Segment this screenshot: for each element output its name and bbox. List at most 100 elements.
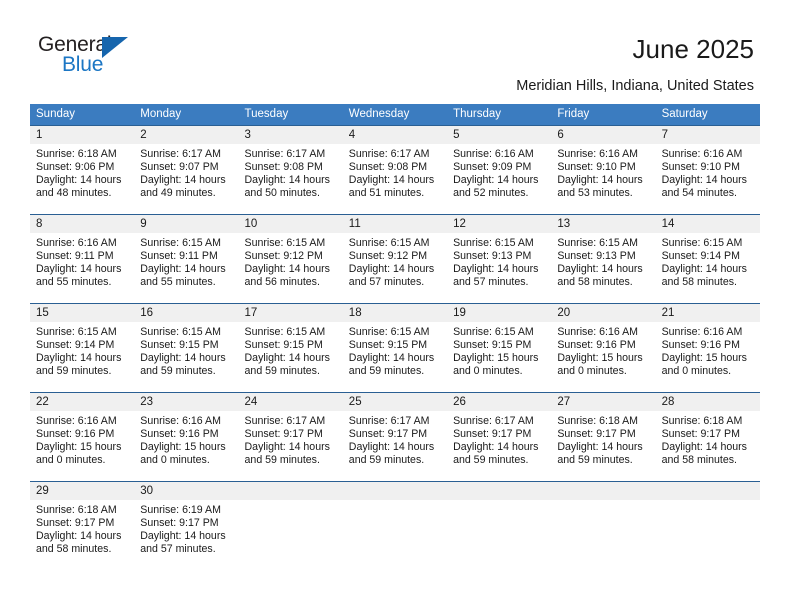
day-sunset-text: Sunset: 9:17 PM [348,428,428,441]
day-cell[interactable]: Sunrise: 6:18 AM Sunset: 9:06 PM Daylight:… [30,144,134,214]
day-daylight-a-text: Daylight: 14 hours [348,263,435,276]
day-number[interactable]: 11 [343,215,447,233]
day-cell[interactable]: Sunrise: 6:15 AM Sunset: 9:15 PM Daylight:… [239,322,343,392]
day-daylight-b-text: and 54 minutes. [661,187,737,200]
day-cell[interactable]: Sunrise: 6:18 AM Sunset: 9:17 PM Daylight:… [656,411,760,481]
day-cell [551,500,655,570]
day-daylight-a-text: Daylight: 14 hours [140,174,226,187]
day-sunrise-text: Sunrise: 6:17 AM [453,415,534,427]
day-number[interactable]: 24 [239,393,343,411]
day-cell[interactable]: Sunrise: 6:16 AM Sunset: 9:10 PM Daylight:… [656,144,760,214]
day-daylight-a-text: Daylight: 15 hours [140,441,226,454]
day-cell[interactable]: Sunrise: 6:18 AM Sunset: 9:17 PM Daylight:… [30,500,134,570]
day-daylight-a-text: Daylight: 14 hours [36,352,122,365]
day-cell[interactable]: Sunrise: 6:15 AM Sunset: 9:15 PM Daylight:… [134,322,238,392]
day-daylight-a-text: Daylight: 14 hours [244,441,330,454]
day-number[interactable]: 8 [30,215,134,233]
day-daylight-a-text: Daylight: 14 hours [661,441,747,454]
day-number[interactable]: 6 [551,126,655,144]
day-detail-band: Sunrise: 6:15 AM Sunset: 9:14 PM Daylight:… [30,322,760,392]
day-number[interactable]: 13 [551,215,655,233]
day-number[interactable]: 2 [134,126,238,144]
day-sunrise-text: Sunrise: 6:16 AM [661,326,743,338]
day-daylight-b-text: and 51 minutes. [348,187,425,200]
page-header: General Blue June 2025 Meridian Hills, I… [0,0,792,98]
day-number[interactable]: 9 [134,215,238,233]
day-daylight-a-text: Daylight: 14 hours [36,530,122,543]
day-sunrise-text: Sunrise: 6:15 AM [140,326,221,338]
day-cell[interactable]: Sunrise: 6:16 AM Sunset: 9:16 PM Daylight:… [134,411,238,481]
day-cell[interactable]: Sunrise: 6:15 AM Sunset: 9:14 PM Daylight:… [656,233,760,303]
day-cell[interactable]: Sunrise: 6:15 AM Sunset: 9:11 PM Daylight:… [134,233,238,303]
day-cell[interactable]: Sunrise: 6:16 AM Sunset: 9:11 PM Daylight:… [30,233,134,303]
day-daylight-a-text: Daylight: 15 hours [36,441,122,454]
day-number[interactable]: 7 [656,126,760,144]
day-number[interactable]: 20 [551,304,655,322]
day-cell[interactable]: Sunrise: 6:15 AM Sunset: 9:15 PM Daylight:… [343,322,447,392]
day-detail-band: Sunrise: 6:16 AM Sunset: 9:11 PM Daylight:… [30,233,760,303]
day-cell[interactable]: Sunrise: 6:16 AM Sunset: 9:16 PM Daylight:… [656,322,760,392]
day-cell[interactable]: Sunrise: 6:17 AM Sunset: 9:07 PM Daylight:… [134,144,238,214]
day-number[interactable]: 3 [239,126,343,144]
day-number[interactable]: 25 [343,393,447,411]
day-daylight-a-text: Daylight: 14 hours [348,352,435,365]
day-number[interactable]: 28 [656,393,760,411]
day-cell[interactable]: Sunrise: 6:15 AM Sunset: 9:15 PM Daylight:… [447,322,551,392]
day-daylight-b-text: and 58 minutes. [557,276,633,289]
day-cell[interactable]: Sunrise: 6:15 AM Sunset: 9:13 PM Daylight:… [447,233,551,303]
day-daylight-b-text: and 49 minutes. [140,187,216,200]
day-cell[interactable]: Sunrise: 6:15 AM Sunset: 9:12 PM Daylight:… [343,233,447,303]
day-daylight-a-text: Daylight: 14 hours [453,441,539,454]
day-number[interactable]: 18 [343,304,447,322]
day-daylight-a-text: Daylight: 14 hours [453,263,539,276]
day-number[interactable]: 21 [656,304,760,322]
day-number[interactable]: 27 [551,393,655,411]
day-sunrise-text: Sunrise: 6:15 AM [453,326,534,338]
day-sunrise-text: Sunrise: 6:16 AM [453,148,534,160]
day-number[interactable]: 22 [30,393,134,411]
day-number[interactable]: 10 [239,215,343,233]
day-daylight-b-text: and 57 minutes. [453,276,529,289]
day-cell[interactable]: Sunrise: 6:15 AM Sunset: 9:14 PM Daylight:… [30,322,134,392]
day-daylight-b-text: and 59 minutes. [348,454,425,467]
day-number[interactable]: 4 [343,126,447,144]
day-cell[interactable]: Sunrise: 6:19 AM Sunset: 9:17 PM Daylight:… [134,500,238,570]
day-number[interactable]: 12 [447,215,551,233]
calendar-week-row: 1 2 3 4 5 6 7 Sunrise: 6:18 AM Sunset: 9:06 PM Da… [30,125,760,214]
day-cell[interactable]: Sunrise: 6:17 AM Sunset: 9:08 PM Daylight:… [239,144,343,214]
day-sunrise-text: Sunrise: 6:15 AM [36,326,117,338]
day-number[interactable]: 16 [134,304,238,322]
day-cell[interactable]: Sunrise: 6:18 AM Sunset: 9:17 PM Daylight:… [551,411,655,481]
day-sunset-text: Sunset: 9:11 PM [36,250,114,263]
day-number[interactable]: 29 [30,482,134,500]
day-cell[interactable]: Sunrise: 6:16 AM Sunset: 9:10 PM Daylight:… [551,144,655,214]
day-sunrise-text: Sunrise: 6:15 AM [140,237,221,249]
day-daylight-b-text: and 59 minutes. [348,365,425,378]
day-sunset-text: Sunset: 9:14 PM [36,339,115,352]
day-cell[interactable]: Sunrise: 6:17 AM Sunset: 9:17 PM Daylight:… [343,411,447,481]
day-cell[interactable]: Sunrise: 6:16 AM Sunset: 9:16 PM Daylight:… [30,411,134,481]
day-daylight-b-text: and 52 minutes. [453,187,529,200]
day-number[interactable]: 1 [30,126,134,144]
day-daylight-a-text: Daylight: 14 hours [140,352,226,365]
day-sunrise-text: Sunrise: 6:18 AM [36,148,117,160]
day-number[interactable]: 23 [134,393,238,411]
day-cell[interactable]: Sunrise: 6:17 AM Sunset: 9:17 PM Daylight:… [239,411,343,481]
weekday-header-monday: Monday [140,108,182,120]
day-number[interactable]: 19 [447,304,551,322]
day-cell[interactable]: Sunrise: 6:15 AM Sunset: 9:12 PM Daylight:… [239,233,343,303]
day-number[interactable]: 5 [447,126,551,144]
day-cell[interactable]: Sunrise: 6:17 AM Sunset: 9:17 PM Daylight:… [447,411,551,481]
day-cell[interactable]: Sunrise: 6:15 AM Sunset: 9:13 PM Daylight:… [551,233,655,303]
day-cell[interactable]: Sunrise: 6:17 AM Sunset: 9:08 PM Daylight:… [343,144,447,214]
day-number[interactable]: 30 [134,482,238,500]
day-number[interactable]: 15 [30,304,134,322]
day-daylight-a-text: Daylight: 14 hours [557,441,643,454]
day-cell[interactable]: Sunrise: 6:16 AM Sunset: 9:16 PM Daylight:… [551,322,655,392]
day-number[interactable]: 14 [656,215,760,233]
day-cell[interactable]: Sunrise: 6:16 AM Sunset: 9:09 PM Daylight:… [447,144,551,214]
day-daylight-a-text: Daylight: 14 hours [244,352,330,365]
day-number[interactable]: 26 [447,393,551,411]
day-number[interactable]: 17 [239,304,343,322]
general-blue-logo[interactable]: General Blue [38,33,168,83]
